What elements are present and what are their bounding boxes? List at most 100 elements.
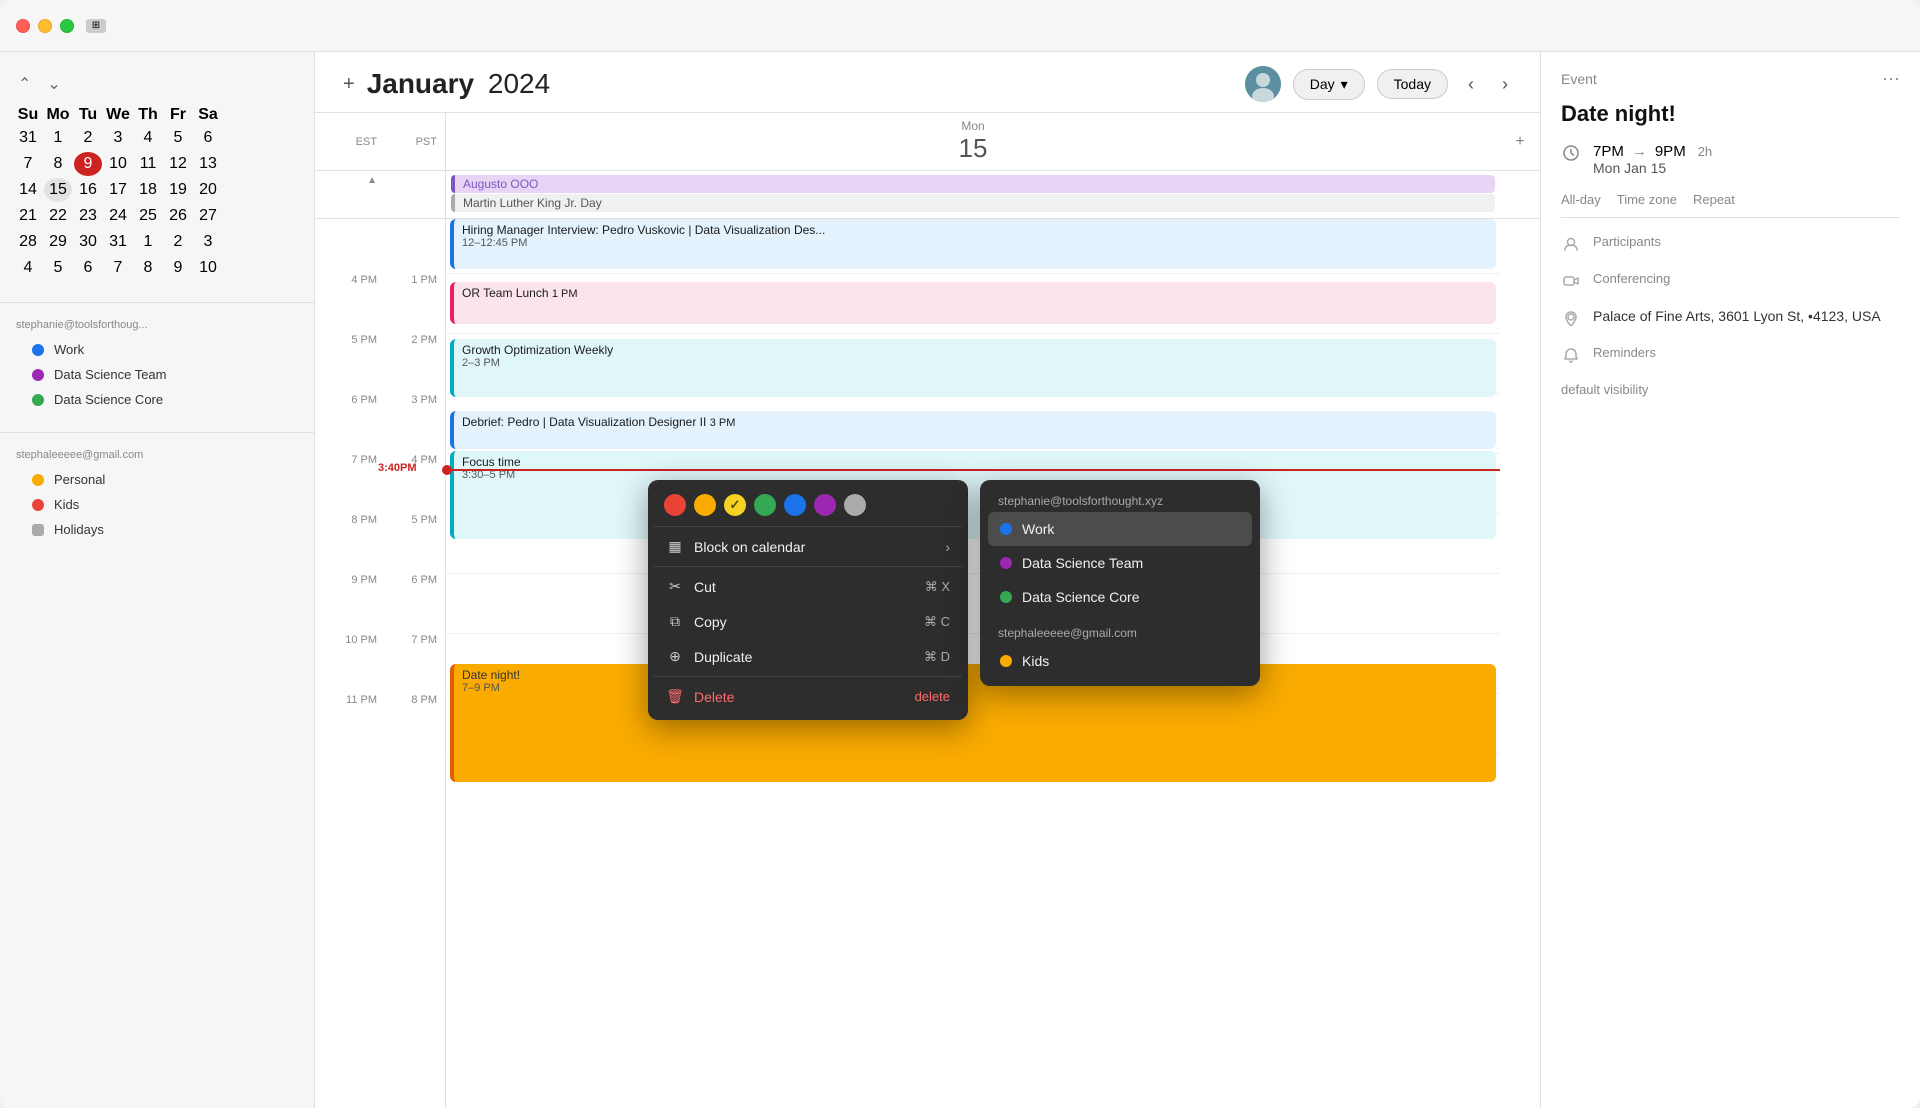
ctx-copy[interactable]: ⧉ Copy ⌘ C [654,604,962,639]
ctx-delete[interactable]: 🗑 Delete delete [654,679,962,714]
mini-cal-day[interactable]: 17 [104,178,132,202]
mini-cal-day[interactable]: 14 [14,178,42,202]
mini-cal-day[interactable]: 5 [164,126,192,150]
mini-cal-day[interactable]: 8 [44,152,72,176]
mini-cal-day[interactable]: 16 [74,178,102,202]
event-hiring-manager[interactable]: Hiring Manager Interview: Pedro Vuskovic… [450,219,1496,269]
reminders-label: Reminders [1593,345,1656,360]
close-button[interactable] [16,19,30,33]
event-date-night[interactable]: Date night! 7–9 PM [450,664,1496,782]
prev-day-button[interactable]: ‹ [1460,70,1482,99]
person-icon [1561,236,1581,257]
mini-cal-day[interactable]: 3 [104,126,132,150]
sidebar-item-data-science-core[interactable]: Data Science Core [16,387,298,412]
mini-cal-day[interactable]: 6 [194,126,222,150]
mini-cal-day[interactable]: 24 [104,204,132,228]
event-focus-time[interactable]: Focus time 3:30–5 PM [450,451,1496,539]
mini-cal-day[interactable]: 15 [44,178,72,202]
sidebar-item-work[interactable]: Work [16,337,298,362]
maximize-button[interactable] [60,19,74,33]
mini-cal-day[interactable]: 1 [44,126,72,150]
today-button[interactable]: Today [1377,69,1448,99]
split-view-button[interactable]: ⊞ [86,19,106,33]
color-green[interactable] [754,494,776,516]
mini-cal-day[interactable]: 10 [104,152,132,176]
event-time: 7–9 PM [462,682,1488,694]
add-event-button[interactable]: + [339,73,359,96]
sidebar-item-holidays[interactable]: Holidays [16,517,298,542]
mini-cal-day[interactable]: 7 [14,152,42,176]
mini-cal-day[interactable]: 10 [194,256,222,280]
mini-cal-day[interactable]: 5 [44,256,72,280]
mini-cal-day[interactable]: 22 [44,204,72,228]
event-debrief-pedro[interactable]: Debrief: Pedro | Data Visualization Desi… [450,411,1496,449]
mini-cal-next[interactable]: ⌄ [41,72,66,96]
collapse-allday-button[interactable]: ▲ [367,175,377,186]
mini-cal-day[interactable]: 25 [134,204,162,228]
mini-cal-day[interactable]: 8 [134,256,162,280]
mini-cal-day[interactable]: 2 [164,230,192,254]
mini-cal-day[interactable]: 28 [14,230,42,254]
ctx-block-on-calendar[interactable]: ▦ Block on calendar › [654,529,962,564]
mini-cal-day[interactable]: 20 [194,178,222,202]
color-purple[interactable] [814,494,836,516]
event-or-team-lunch[interactable]: OR Team Lunch 1 PM [450,282,1496,324]
mini-cal-day[interactable]: 31 [14,126,42,150]
mini-cal-day[interactable]: 27 [194,204,222,228]
mini-cal-day[interactable]: 2 [74,126,102,150]
allday-event-augusto[interactable]: Augusto OOO [451,175,1495,193]
color-orange[interactable] [694,494,716,516]
color-blue[interactable] [784,494,806,516]
ctx-cut[interactable]: ✂ Cut ⌘ X [654,569,962,604]
mini-cal-day[interactable]: 19 [164,178,192,202]
mini-cal-day[interactable]: 18 [134,178,162,202]
mini-cal-day[interactable]: 21 [14,204,42,228]
pst-time-col: 1 PM 2 PM 3 PM 4 PM 5 PM 6 PM 7 PM 8 PM [385,219,445,1108]
mini-cal-day[interactable]: 12 [164,152,192,176]
mini-cal-day[interactable]: 30 [74,230,102,254]
time-label-pst: 7 PM [385,634,445,694]
submenu-item-work[interactable]: Work [988,512,1252,546]
add-column-icon[interactable]: + [1515,133,1524,151]
time-label-pst: 8 PM [385,694,445,754]
mini-cal-day[interactable]: 13 [194,152,222,176]
mini-cal-day[interactable]: 4 [14,256,42,280]
color-gray[interactable] [844,494,866,516]
minimize-button[interactable] [38,19,52,33]
submenu-item-dst[interactable]: Data Science Team [988,546,1252,580]
ctx-duplicate[interactable]: ⊕ Duplicate ⌘ D [654,639,962,674]
sidebar-item-personal[interactable]: Personal [16,467,298,492]
tab-timezone[interactable]: Time zone [1617,190,1677,209]
mini-cal-day[interactable]: 1 [134,230,162,254]
color-red[interactable] [664,494,686,516]
mini-cal-day[interactable]: 9 [74,152,102,176]
event-more-button[interactable]: ··· [1882,68,1900,89]
mini-cal-day[interactable]: 9 [164,256,192,280]
allday-event-title: Augusto OOO [463,177,538,191]
next-day-button[interactable]: › [1494,70,1516,99]
ctx-item-left: ⧉ Copy [666,613,727,630]
mini-cal-day[interactable]: 29 [44,230,72,254]
tab-repeat[interactable]: Repeat [1693,190,1735,209]
color-yellow[interactable]: ✓ [724,494,746,516]
sidebar-item-kids[interactable]: Kids [16,492,298,517]
mini-cal-day[interactable]: 26 [164,204,192,228]
mini-cal-table: Su Mo Tu We Th Fr Sa 31 1 [12,104,224,282]
mini-cal-day[interactable]: 4 [134,126,162,150]
mini-cal-day[interactable]: 6 [74,256,102,280]
mini-cal-day[interactable]: 3 [194,230,222,254]
sidebar-item-data-science-team[interactable]: Data Science Team [16,362,298,387]
event-growth-optimization[interactable]: Growth Optimization Weekly 2–3 PM [450,339,1496,397]
mini-cal-day[interactable]: 31 [104,230,132,254]
mini-cal-prev[interactable]: ⌃ [12,72,37,96]
day-view-button[interactable]: Day ▾ [1293,69,1365,100]
submenu-item-dsc[interactable]: Data Science Core [988,580,1252,614]
submenu-item-kids[interactable]: Kids [988,644,1252,678]
tab-allday[interactable]: All-day [1561,190,1601,209]
mini-cal-day[interactable]: 11 [134,152,162,176]
allday-event-mlk[interactable]: Martin Luther King Jr. Day [451,194,1495,212]
plus-icon-header[interactable]: + [1500,133,1540,151]
avatar[interactable] [1245,66,1281,102]
mini-cal-day[interactable]: 7 [104,256,132,280]
mini-cal-day[interactable]: 23 [74,204,102,228]
